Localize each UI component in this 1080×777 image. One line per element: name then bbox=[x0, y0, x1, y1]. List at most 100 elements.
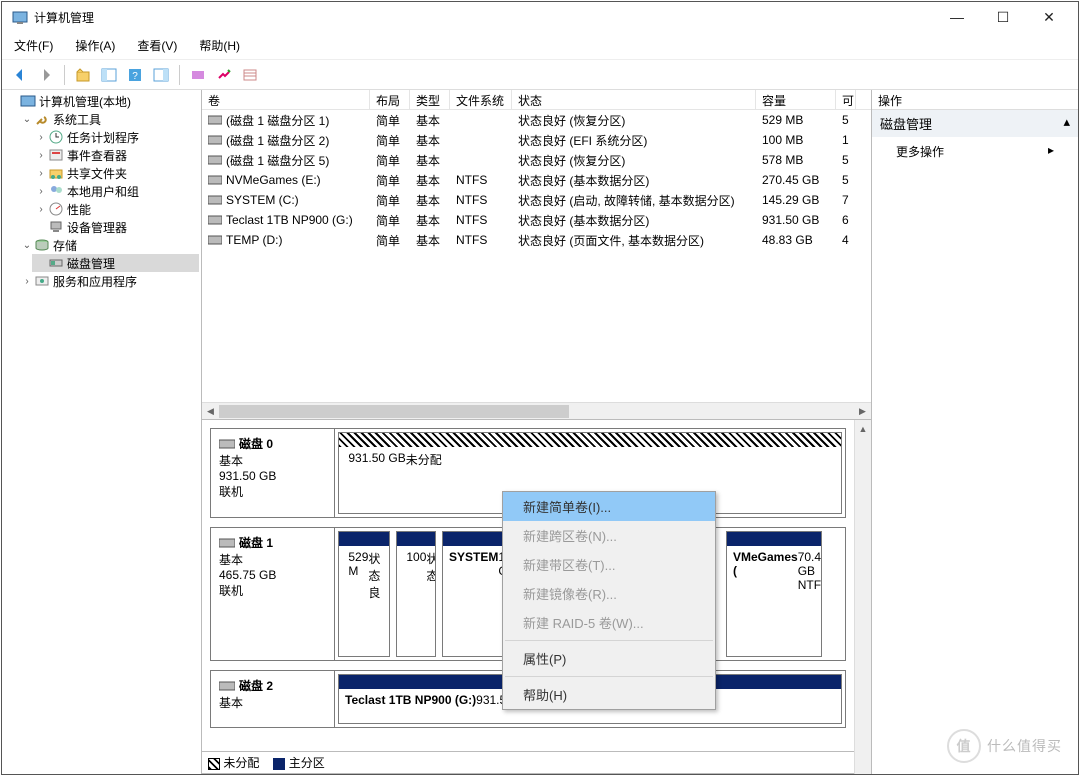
scroll-right-icon[interactable]: ▶ bbox=[854, 403, 871, 420]
ctx-new-spanned-volume: 新建跨区卷(N)... bbox=[503, 521, 715, 550]
volume-row[interactable]: SYSTEM (C:)简单基本NTFS状态良好 (启动, 故障转储, 基本数据分… bbox=[202, 190, 871, 210]
tree-shared-folders[interactable]: ›共享文件夹 bbox=[32, 164, 199, 182]
disk1-part1[interactable]: 529 M状态良 bbox=[338, 531, 390, 657]
disk-vscroll[interactable]: ▲ bbox=[854, 420, 871, 774]
volume-row[interactable]: TEMP (D:)简单基本NTFS状态良好 (页面文件, 基本数据分区)48.8… bbox=[202, 230, 871, 250]
col-volume[interactable]: 卷 bbox=[202, 90, 370, 109]
volume-free: 7 bbox=[836, 193, 856, 207]
tree-device-manager[interactable]: 设备管理器 bbox=[32, 218, 199, 236]
ctx-properties[interactable]: 属性(P) bbox=[503, 644, 715, 673]
minimize-button[interactable]: ― bbox=[934, 2, 980, 32]
volume-row[interactable]: (磁盘 1 磁盘分区 5)简单基本状态良好 (恢复分区)578 MB5 bbox=[202, 150, 871, 170]
collapse-icon[interactable]: ▴ bbox=[1063, 114, 1070, 133]
ctx-help[interactable]: 帮助(H) bbox=[503, 680, 715, 709]
titlebar[interactable]: 计算机管理 ― ☐ ✕ bbox=[2, 2, 1078, 32]
disk1-system-c[interactable]: SYSTEM145.29 G状态良好 bbox=[442, 531, 504, 657]
scroll-up-icon[interactable]: ▲ bbox=[855, 420, 871, 437]
menubar: 文件(F) 操作(A) 查看(V) 帮助(H) bbox=[2, 32, 1078, 60]
scroll-left-icon[interactable]: ◀ bbox=[202, 403, 219, 420]
col-free[interactable]: 可 bbox=[836, 90, 856, 109]
col-type[interactable]: 类型 bbox=[410, 90, 450, 109]
volume-layout: 简单 bbox=[370, 212, 410, 229]
col-status[interactable]: 状态 bbox=[512, 90, 756, 109]
nav-tree: 计算机管理(本地) ⌄系统工具 ›任务计划程序 ›事件查看器 ›共享文件夹 ›本… bbox=[2, 90, 202, 774]
volume-icon bbox=[208, 115, 222, 125]
close-button[interactable]: ✕ bbox=[1026, 2, 1072, 32]
scroll-thumb[interactable] bbox=[219, 405, 569, 418]
clock-icon bbox=[48, 129, 64, 145]
tree-task-scheduler[interactable]: ›任务计划程序 bbox=[32, 128, 199, 146]
svg-text:?: ? bbox=[132, 71, 138, 82]
disk-mgmt-icon bbox=[48, 255, 64, 271]
disk1-part2[interactable]: 100状态 bbox=[396, 531, 436, 657]
volume-icon bbox=[208, 155, 222, 165]
tree-local-users[interactable]: ›本地用户和组 bbox=[32, 182, 199, 200]
tree-root[interactable]: 计算机管理(本地) bbox=[4, 92, 199, 110]
volume-list: 卷 布局 类型 文件系统 状态 容量 可 (磁盘 1 磁盘分区 1)简单基本状态… bbox=[202, 90, 871, 420]
col-layout[interactable]: 布局 bbox=[370, 90, 410, 109]
volume-row[interactable]: (磁盘 1 磁盘分区 1)简单基本状态良好 (恢复分区)529 MB5 bbox=[202, 110, 871, 130]
up-button[interactable] bbox=[71, 63, 95, 87]
volume-row[interactable]: (磁盘 1 磁盘分区 2)简单基本状态良好 (EFI 系统分区)100 MB1 bbox=[202, 130, 871, 150]
volume-layout: 简单 bbox=[370, 172, 410, 189]
show-hide-tree-button[interactable] bbox=[97, 63, 121, 87]
volume-fs: NTFS bbox=[450, 193, 512, 207]
volume-capacity: 529 MB bbox=[756, 113, 836, 127]
volume-hscroll[interactable]: ◀ ▶ bbox=[202, 402, 871, 419]
actions-panel-title[interactable]: 磁盘管理▴ bbox=[872, 110, 1078, 137]
volume-name: Teclast 1TB NP900 (G:) bbox=[226, 213, 353, 227]
volume-free: 5 bbox=[836, 153, 856, 167]
menu-help[interactable]: 帮助(H) bbox=[195, 35, 244, 56]
volume-type: 基本 bbox=[410, 172, 450, 189]
tree-storage[interactable]: ⌄存储 bbox=[18, 236, 199, 254]
ctx-new-striped-volume: 新建带区卷(T)... bbox=[503, 550, 715, 579]
volume-layout: 简单 bbox=[370, 232, 410, 249]
volume-status: 状态良好 (EFI 系统分区) bbox=[512, 132, 756, 149]
help-button[interactable]: ? bbox=[123, 63, 147, 87]
volume-layout: 简单 bbox=[370, 112, 410, 129]
volume-layout: 简单 bbox=[370, 132, 410, 149]
services-icon bbox=[34, 273, 50, 289]
volume-status: 状态良好 (页面文件, 基本数据分区) bbox=[512, 232, 756, 249]
actions-more[interactable]: 更多操作▸ bbox=[872, 137, 1078, 166]
col-fs[interactable]: 文件系统 bbox=[450, 90, 512, 109]
back-button[interactable] bbox=[8, 63, 32, 87]
volume-status: 状态良好 (启动, 故障转储, 基本数据分区) bbox=[512, 192, 756, 209]
volume-capacity: 270.45 GB bbox=[756, 173, 836, 187]
settings-button[interactable] bbox=[212, 63, 236, 87]
volume-list-header: 卷 布局 类型 文件系统 状态 容量 可 bbox=[202, 90, 871, 110]
volume-type: 基本 bbox=[410, 192, 450, 209]
col-capacity[interactable]: 容量 bbox=[756, 90, 836, 109]
list-button[interactable] bbox=[238, 63, 262, 87]
menu-file[interactable]: 文件(F) bbox=[10, 35, 57, 56]
show-actions-button[interactable] bbox=[149, 63, 173, 87]
volume-free: 4 bbox=[836, 233, 856, 247]
disk-icon bbox=[219, 680, 235, 692]
watermark: 值什么值得买 bbox=[947, 729, 1062, 763]
tree-system-tools[interactable]: ⌄系统工具 bbox=[18, 110, 199, 128]
forward-button[interactable] bbox=[34, 63, 58, 87]
context-menu: 新建简单卷(I)... 新建跨区卷(N)... 新建带区卷(T)... 新建镜像… bbox=[502, 491, 716, 710]
tree-disk-management[interactable]: 磁盘管理 bbox=[32, 254, 199, 272]
disk1-nvmegames-e[interactable]: VMeGames (70.45 GB NTFS态良好 (基本数 bbox=[726, 531, 822, 657]
volume-free: 1 bbox=[836, 133, 856, 147]
volume-free: 5 bbox=[836, 173, 856, 187]
refresh-button[interactable] bbox=[186, 63, 210, 87]
volume-icon bbox=[208, 235, 222, 245]
volume-row[interactable]: Teclast 1TB NP900 (G:)简单基本NTFS状态良好 (基本数据… bbox=[202, 210, 871, 230]
volume-type: 基本 bbox=[410, 232, 450, 249]
volume-free: 6 bbox=[836, 213, 856, 227]
ctx-new-simple-volume[interactable]: 新建简单卷(I)... bbox=[503, 492, 715, 521]
menu-action[interactable]: 操作(A) bbox=[71, 35, 119, 56]
volume-capacity: 578 MB bbox=[756, 153, 836, 167]
tree-services-apps[interactable]: ›服务和应用程序 bbox=[18, 272, 199, 290]
volume-layout: 简单 bbox=[370, 192, 410, 209]
tree-event-viewer[interactable]: ›事件查看器 bbox=[32, 146, 199, 164]
event-icon bbox=[48, 147, 64, 163]
maximize-button[interactable]: ☐ bbox=[980, 2, 1026, 32]
volume-type: 基本 bbox=[410, 152, 450, 169]
menu-view[interactable]: 查看(V) bbox=[133, 35, 181, 56]
tree-performance[interactable]: ›性能 bbox=[32, 200, 199, 218]
volume-row[interactable]: NVMeGames (E:)简单基本NTFS状态良好 (基本数据分区)270.4… bbox=[202, 170, 871, 190]
volume-status: 状态良好 (恢复分区) bbox=[512, 152, 756, 169]
